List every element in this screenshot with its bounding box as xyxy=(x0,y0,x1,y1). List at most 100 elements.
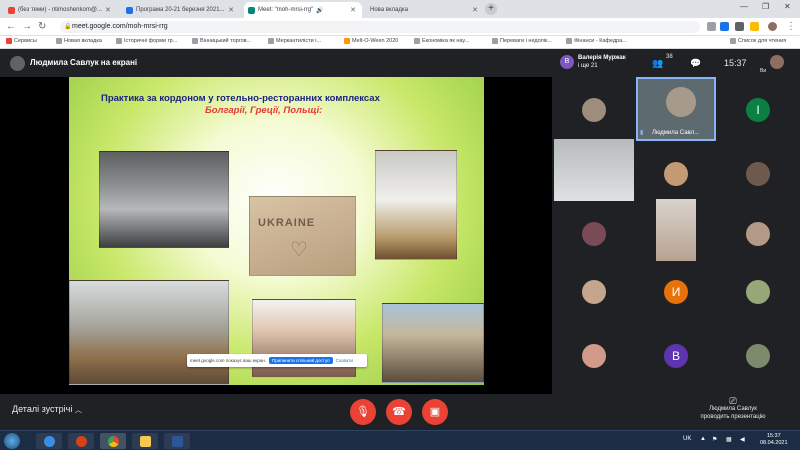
extension-icon[interactable] xyxy=(750,22,759,31)
participant-tile[interactable]: И xyxy=(636,261,716,323)
taskbar-word[interactable] xyxy=(164,433,190,449)
joined-notice: Валерія Муржак і ще 21 xyxy=(578,54,626,70)
volume-icon[interactable]: ◀ xyxy=(740,436,745,443)
meeting-controls: Деталі зустрічі ︿ 🎙 ☎ ▣ ⎚ Людмила Савлук… xyxy=(0,394,800,430)
new-tab-button[interactable]: + xyxy=(485,3,497,15)
ie-icon xyxy=(43,435,55,447)
taskbar-ie[interactable] xyxy=(36,433,62,449)
present-icon: ⎚ xyxy=(729,396,737,406)
bookmark-label: Melt-O-Ween 2020 xyxy=(352,38,399,44)
menu-icon[interactable]: ⋮ xyxy=(786,21,796,32)
taskbar-explorer[interactable] xyxy=(132,433,158,449)
joined-name: Валерія Муржак xyxy=(578,55,626,61)
bookmark-item[interactable]: Новая вкладка xyxy=(56,38,102,44)
forward-icon[interactable]: → xyxy=(22,21,32,32)
page-icon xyxy=(268,38,274,44)
reading-list[interactable]: Список для чтения xyxy=(730,38,786,44)
close-icon[interactable]: ✕ xyxy=(472,6,478,14)
participant-avatar xyxy=(746,344,770,368)
tray-arrow-icon[interactable]: ▲ xyxy=(700,436,706,442)
self-avatar xyxy=(770,55,784,69)
tab-meet[interactable]: Meet: "moh-mrsi-rrg" 🔊 ✕ xyxy=(244,2,362,18)
camera-off-icon: ▣ xyxy=(429,406,441,418)
bookmark-item[interactable]: Melt-O-Ween 2020 xyxy=(344,38,398,44)
share-notice-text: meet.google.com показує ваш екран. xyxy=(190,358,266,363)
apps-icon xyxy=(6,38,12,44)
hotel-photo xyxy=(382,303,484,383)
tab-new[interactable]: Нова вкладка ✕ xyxy=(366,2,484,18)
participant-tile[interactable] xyxy=(554,325,634,387)
bookmark-item[interactable]: Сервисы xyxy=(6,38,37,44)
speaking-icon: ▮ xyxy=(640,130,644,136)
start-button[interactable] xyxy=(4,433,20,449)
extension-icon[interactable] xyxy=(735,22,744,31)
taskbar-chrome[interactable] xyxy=(100,433,126,449)
url-field[interactable]: 🔒 meet.google.com/moh-mrsi-rrg xyxy=(60,21,700,33)
bookmark-label: Новая вкладка xyxy=(64,38,102,44)
participant-avatar xyxy=(582,222,606,246)
end-call-button[interactable]: ☎ xyxy=(386,399,412,425)
bookmark-item[interactable]: Фінанси - Кафедра... xyxy=(566,38,627,44)
participant-tile[interactable] xyxy=(718,261,798,323)
app-icon xyxy=(75,435,87,447)
meeting-details-button[interactable]: Деталі зустрічі ︿ xyxy=(12,404,82,415)
presentation-status[interactable]: ⎚ Людмила Савлук проводить презентацію xyxy=(688,397,778,421)
bookmark-item[interactable]: Меркантилісти і... xyxy=(268,38,321,44)
close-icon[interactable]: ✕ xyxy=(350,6,356,14)
taskbar-app[interactable] xyxy=(68,433,94,449)
stop-sharing-button[interactable]: Припинити спільний доступ xyxy=(268,357,333,364)
slide-title-line2: Болгарії, Греції, Польщі: xyxy=(205,105,323,116)
participant-tile-video[interactable] xyxy=(656,199,696,261)
mic-off-button[interactable]: 🎙 xyxy=(350,399,376,425)
joined-avatar: В xyxy=(560,55,574,69)
participant-tile[interactable] xyxy=(636,143,716,205)
participant-tile[interactable] xyxy=(554,261,634,323)
bookmark-label: Меркантилісти і... xyxy=(276,38,322,44)
star-icon[interactable] xyxy=(707,22,716,31)
bookmark-item[interactable]: Економіка як нау... xyxy=(414,38,469,44)
participant-tile[interactable]: І xyxy=(718,79,798,141)
participant-tile[interactable]: В xyxy=(636,325,716,387)
back-icon[interactable]: ← xyxy=(6,21,16,32)
tab-program[interactable]: Програма 20-21 березня 2021... ✕ xyxy=(122,2,240,18)
address-bar: ← → ↻ 🔒 meet.google.com/moh-mrsi-rrg ⋮ xyxy=(0,18,800,36)
participant-tile[interactable] xyxy=(554,203,634,265)
window-close-icon[interactable]: ✕ xyxy=(784,2,791,11)
restore-icon[interactable]: ❐ xyxy=(762,2,769,11)
people-icon[interactable]: 👥 xyxy=(652,58,663,69)
bookmark-label: Історичні форми гр... xyxy=(124,38,178,44)
page-icon xyxy=(344,38,350,44)
participant-tile[interactable] xyxy=(718,143,798,205)
presenter-avatar xyxy=(10,56,25,71)
participant-tile[interactable] xyxy=(718,203,798,265)
camera-off-button[interactable]: ▣ xyxy=(422,399,448,425)
participant-tile-video[interactable] xyxy=(554,139,634,201)
participant-avatar xyxy=(582,280,606,304)
profile-avatar[interactable] xyxy=(768,22,777,31)
language-indicator[interactable]: UK xyxy=(683,436,691,442)
docs-icon xyxy=(126,6,133,14)
tab-label: Програма 20-21 березня 2021... xyxy=(136,7,225,13)
flag-icon[interactable]: ⚑ xyxy=(712,436,717,443)
bookmark-item[interactable]: Переваги і недолік... xyxy=(492,38,552,44)
extension-icon[interactable] xyxy=(720,22,729,31)
reload-icon[interactable]: ↻ xyxy=(38,21,46,32)
meeting-clock: 15:37 xyxy=(724,58,747,68)
network-icon[interactable]: ▦ xyxy=(726,436,732,443)
participant-tile[interactable] xyxy=(554,79,634,141)
close-icon[interactable]: ✕ xyxy=(105,6,111,14)
bookmark-item[interactable]: Історичні форми гр... xyxy=(116,38,177,44)
meet-icon xyxy=(248,6,255,14)
minimize-icon[interactable]: — xyxy=(740,2,748,11)
tab-gmail[interactable]: (без теми) - ntimoshenkom@... ✕ xyxy=(4,2,114,18)
meet-header: Людмила Савлук на екрані В Валерія Муржа… xyxy=(0,49,800,77)
bookmark-item[interactable]: Вінницький торгов... xyxy=(192,38,251,44)
close-icon[interactable]: ✕ xyxy=(228,6,234,14)
participant-tile-active[interactable]: ▮ Людмила Савл... xyxy=(636,77,716,141)
participant-tile[interactable] xyxy=(718,325,798,387)
system-clock[interactable]: 15:37 08.04.2021 xyxy=(760,433,788,447)
tab-label: Нова вкладка xyxy=(370,7,409,13)
hide-notice-button[interactable]: Сховати xyxy=(336,358,353,363)
chat-icon[interactable]: 💬 xyxy=(690,58,701,69)
page-icon xyxy=(192,38,198,44)
